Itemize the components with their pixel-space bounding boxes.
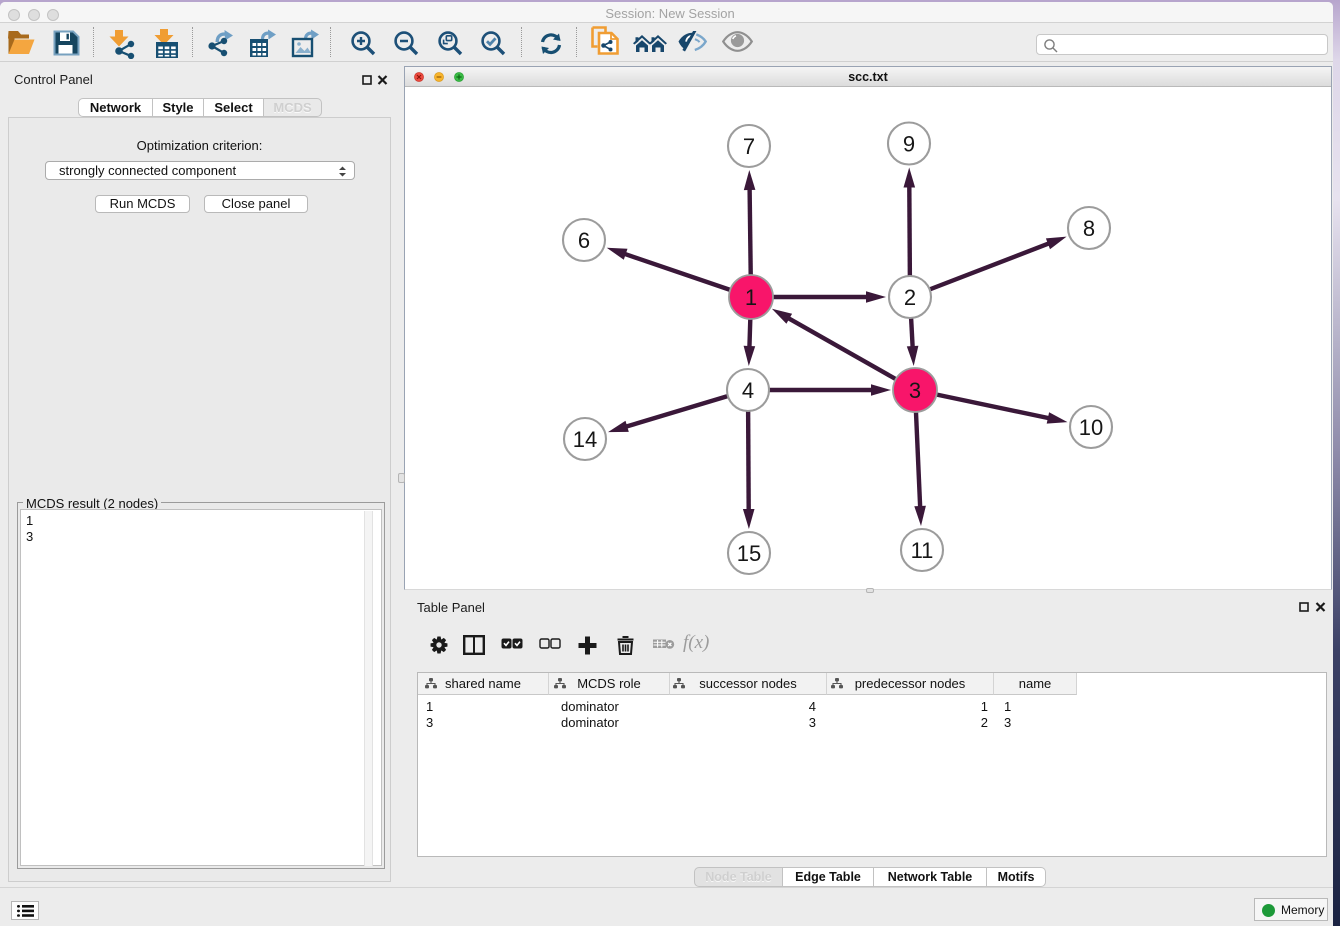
svg-text:6: 6 — [578, 228, 590, 253]
svg-text:10: 10 — [1079, 415, 1103, 440]
svg-text:7: 7 — [743, 134, 755, 159]
svg-text:15: 15 — [737, 541, 761, 566]
svg-text:8: 8 — [1083, 216, 1095, 241]
svg-text:4: 4 — [742, 378, 754, 403]
svg-text:2: 2 — [904, 285, 916, 310]
svg-text:9: 9 — [903, 132, 915, 157]
svg-text:1: 1 — [745, 285, 757, 310]
svg-text:14: 14 — [573, 427, 597, 452]
svg-text:11: 11 — [911, 538, 934, 563]
svg-text:3: 3 — [909, 378, 921, 403]
